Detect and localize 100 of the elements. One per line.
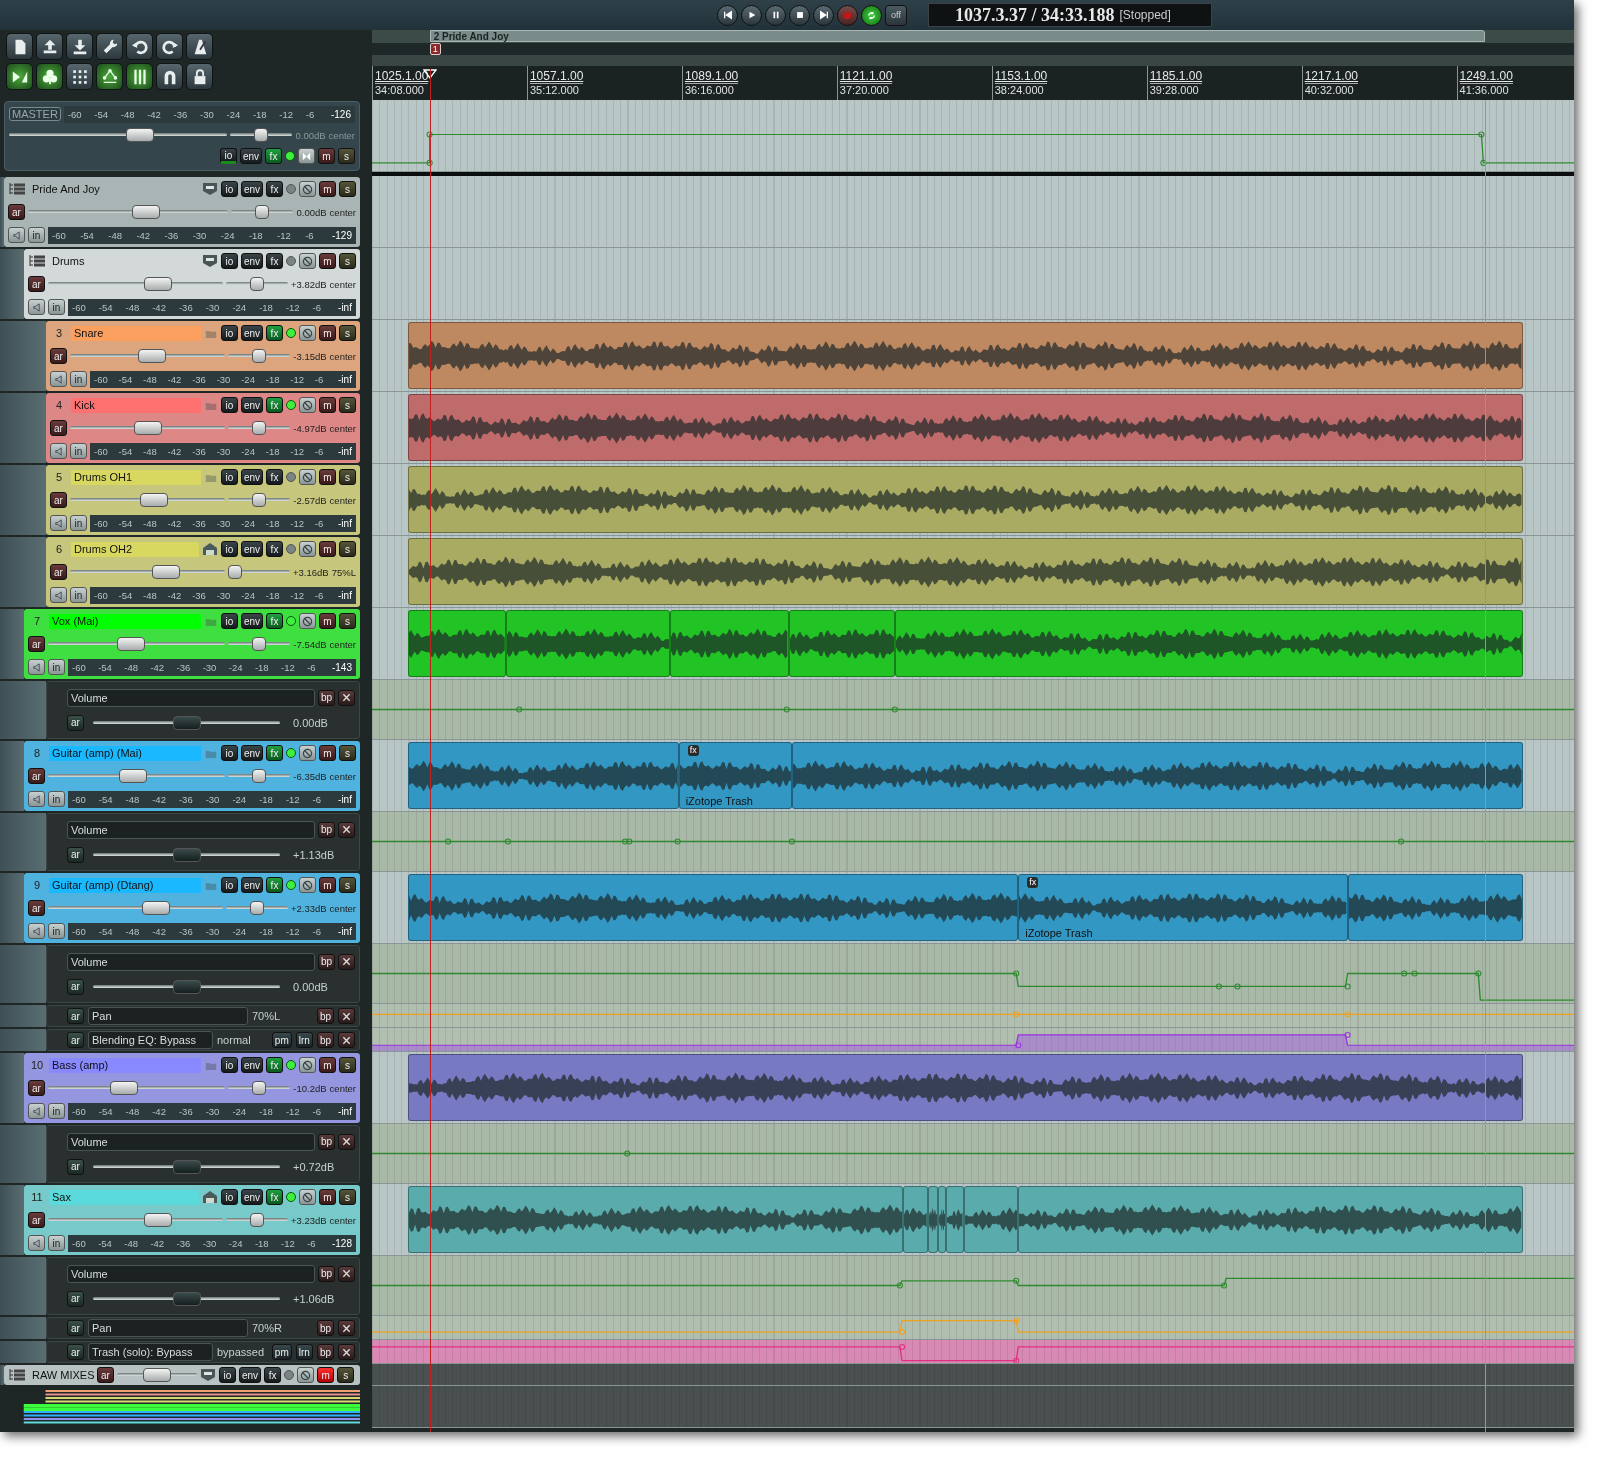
fx-button[interactable]: fx <box>265 148 282 164</box>
record-arm-button[interactable]: ar <box>67 1320 84 1336</box>
input-button[interactable]: in <box>48 1235 65 1251</box>
region-bar[interactable]: 2 Pride And Joy <box>429 30 1486 42</box>
marker-flag[interactable]: 1 <box>429 43 441 55</box>
env-button[interactable]: env <box>239 1367 262 1383</box>
track-name-field[interactable]: Vox (Mai) <box>49 613 201 629</box>
track-name-field[interactable]: Guitar (amp) (Dtang) <box>49 877 201 893</box>
track-name-field[interactable]: Drums OH1 <box>71 469 201 485</box>
record-arm-button[interactable]: ar <box>50 348 67 364</box>
fx-button[interactable]: fx <box>266 877 283 893</box>
record-arm-button[interactable]: ar <box>50 420 67 436</box>
solo-button[interactable]: s <box>339 397 356 413</box>
modulation-button[interactable]: pm <box>271 1032 292 1048</box>
record-arm-button[interactable]: ar <box>50 564 67 580</box>
envelope-name-field[interactable]: Volume <box>67 688 315 707</box>
solo-button[interactable]: s <box>339 1057 356 1073</box>
solo-button[interactable]: s <box>337 1367 355 1383</box>
solo-button[interactable]: s <box>339 613 356 629</box>
mute-button[interactable]: m <box>319 613 336 629</box>
bypass-button[interactable]: bp <box>317 689 335 706</box>
fx-button[interactable]: fx <box>266 745 283 761</box>
mute-button[interactable]: m <box>319 877 336 893</box>
input-button[interactable]: in <box>48 1103 65 1119</box>
fx-badge[interactable]: fx <box>1027 877 1039 888</box>
solo-button[interactable]: s <box>339 325 356 341</box>
env-button[interactable]: env <box>240 469 263 485</box>
io-button[interactable]: io <box>219 148 237 164</box>
envelope-name-field[interactable]: Trash (solo): Bypass <box>88 1343 213 1361</box>
fx-button[interactable]: fx <box>266 181 283 197</box>
io-button[interactable]: io <box>220 253 238 269</box>
track-name-field[interactable]: Sax <box>49 1189 199 1205</box>
bypass-button[interactable]: bp <box>317 1265 335 1282</box>
fx-button[interactable]: fx <box>266 613 283 629</box>
input-button[interactable]: in <box>48 299 65 315</box>
io-button[interactable]: io <box>220 745 238 761</box>
solo-button[interactable]: s <box>339 469 356 485</box>
media-item[interactable]: fx iZotope Trash <box>1018 874 1348 941</box>
env-button[interactable]: env <box>240 613 263 629</box>
envelope-name-field[interactable]: Volume <box>67 820 315 839</box>
env-button[interactable]: env <box>240 253 263 269</box>
mute-button[interactable]: m <box>318 148 335 164</box>
fx-button[interactable]: fx <box>266 253 283 269</box>
fx-button[interactable]: fx <box>266 1057 283 1073</box>
envelope-name-field[interactable]: Pan <box>88 1007 248 1025</box>
solo-button[interactable]: s <box>338 148 355 164</box>
input-button[interactable]: in <box>70 371 87 387</box>
input-button[interactable]: in <box>48 923 65 939</box>
env-button[interactable]: env <box>240 325 263 341</box>
io-button[interactable]: io <box>220 1057 238 1073</box>
learn-button[interactable]: lrn <box>295 1344 313 1360</box>
mute-button[interactable]: m <box>319 1057 336 1073</box>
record-arm-button[interactable]: ar <box>28 276 45 292</box>
envelope-name-field[interactable]: Volume <box>67 952 315 971</box>
solo-button[interactable]: s <box>339 253 356 269</box>
record-arm-button[interactable]: ar <box>28 1080 45 1096</box>
io-button[interactable]: io <box>220 397 238 413</box>
fx-button[interactable]: fx <box>264 1367 282 1383</box>
bypass-button[interactable]: bp <box>316 1344 334 1360</box>
record-arm-button[interactable]: ar <box>67 1290 84 1307</box>
bypass-button[interactable]: bp <box>316 1320 334 1336</box>
fx-button[interactable]: fx <box>266 469 283 485</box>
record-arm-button[interactable]: ar <box>67 1032 84 1048</box>
env-button[interactable]: env <box>240 1057 263 1073</box>
media-item[interactable]: fx iZotope Trash <box>678 742 792 809</box>
io-button[interactable]: io <box>219 1367 236 1383</box>
envelope-name-field[interactable]: Volume <box>67 1264 315 1283</box>
bypass-button[interactable]: bp <box>317 953 335 970</box>
modulation-button[interactable]: pm <box>271 1344 292 1360</box>
mute-button[interactable]: m <box>319 325 336 341</box>
io-button[interactable]: io <box>220 469 238 485</box>
input-button[interactable]: in <box>70 515 87 531</box>
record-arm-button[interactable]: ar <box>28 900 45 916</box>
off-button[interactable]: off <box>885 4 907 26</box>
record-arm-button[interactable]: ar <box>67 978 84 995</box>
mute-button[interactable]: m <box>319 541 336 557</box>
envelope-name-field[interactable]: Blending EQ: Bypass <box>88 1031 213 1049</box>
env-button[interactable]: env <box>240 1189 263 1205</box>
mute-button[interactable]: m <box>319 1189 336 1205</box>
io-button[interactable]: io <box>220 541 238 557</box>
record-arm-button[interactable]: ar <box>28 1212 45 1228</box>
track-name-field[interactable]: Snare <box>71 325 201 341</box>
track-name-field[interactable]: Drums <box>49 253 199 269</box>
env-button[interactable]: env <box>240 181 263 197</box>
input-button[interactable]: in <box>48 791 65 807</box>
record-arm-button[interactable]: ar <box>67 1158 84 1175</box>
io-button[interactable]: io <box>220 181 238 197</box>
mute-button[interactable]: m <box>319 181 336 197</box>
record-arm-button[interactable]: ar <box>67 1008 84 1024</box>
input-button[interactable]: in <box>70 587 87 603</box>
bypass-button[interactable]: bp <box>317 821 335 838</box>
env-button[interactable]: env <box>240 877 263 893</box>
fx-button[interactable]: fx <box>266 397 283 413</box>
env-button[interactable]: env <box>240 745 263 761</box>
env-button[interactable]: env <box>240 541 263 557</box>
fx-button[interactable]: fx <box>266 1189 283 1205</box>
bypass-button[interactable]: bp <box>316 1008 334 1024</box>
bypass-button[interactable]: bp <box>316 1032 334 1048</box>
io-button[interactable]: io <box>220 613 238 629</box>
input-button[interactable]: in <box>48 659 65 675</box>
